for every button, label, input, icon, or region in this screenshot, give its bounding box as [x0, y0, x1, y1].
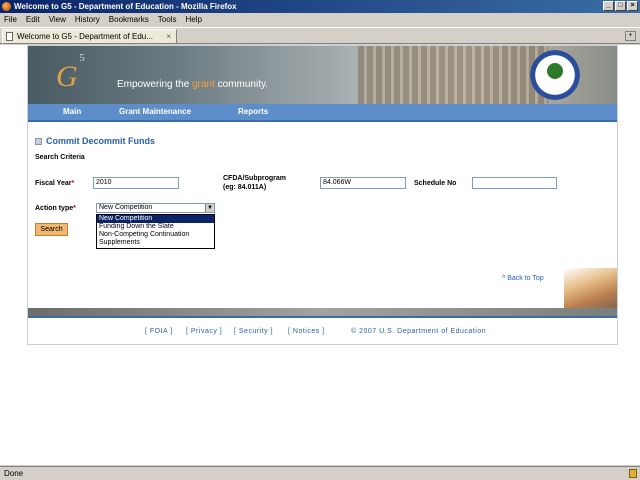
- schedule-no-input[interactable]: [472, 177, 557, 189]
- status-bar: Done: [0, 466, 640, 480]
- page-title: Commit Decommit Funds: [35, 136, 155, 146]
- tab-close-icon[interactable]: ×: [166, 30, 171, 43]
- slogan: Empowering the grant community.: [117, 79, 268, 90]
- slogan-pre: Empowering the: [117, 79, 193, 90]
- option-funding-down-the-slate[interactable]: Funding Down the Slate: [97, 223, 214, 231]
- window-titlebar: Welcome to G5 - Department of Education …: [0, 0, 640, 13]
- fiscal-year-label-text: Fiscal Year: [35, 180, 72, 187]
- security-link[interactable]: [ Security ]: [234, 328, 273, 335]
- g5-logo: G5: [56, 53, 85, 93]
- copyright-text: © 2007 U.S. Department of Education: [351, 328, 487, 335]
- back-to-top-link[interactable]: ^ Back to Top: [502, 275, 544, 282]
- fiscal-year-label: Fiscal Year*: [35, 179, 74, 188]
- chevron-down-icon[interactable]: ▼: [205, 204, 214, 212]
- page-title-text: Commit Decommit Funds: [46, 136, 156, 146]
- g5-page: G5 Empowering the grant community. Main …: [27, 45, 618, 345]
- action-type-label-text: Action type: [35, 205, 74, 212]
- notices-link[interactable]: [ Notices ]: [288, 328, 325, 335]
- firefox-icon: [2, 2, 11, 11]
- logo-letter: G: [56, 60, 78, 93]
- fiscal-year-input[interactable]: 2010: [93, 177, 179, 189]
- browser-tab[interactable]: Welcome to G5 - Department of Edu... ×: [2, 29, 177, 44]
- minimize-button[interactable]: _: [603, 1, 614, 11]
- nav-reports[interactable]: Reports: [238, 107, 268, 116]
- option-new-competition[interactable]: New Competition: [97, 215, 214, 223]
- search-button[interactable]: Search: [35, 223, 68, 236]
- desk-image: [564, 268, 617, 308]
- schedule-no-label: Schedule No: [414, 180, 457, 187]
- status-text: Done: [4, 469, 24, 478]
- tab-bar: Welcome to G5 - Department of Edu... × +: [0, 27, 640, 44]
- close-button[interactable]: ×: [627, 1, 638, 11]
- required-marker: *: [73, 205, 76, 212]
- required-marker: *: [71, 180, 75, 187]
- slogan-post: community.: [214, 79, 269, 90]
- nav-grant-maintenance[interactable]: Grant Maintenance: [119, 107, 191, 116]
- option-non-competing-continuation[interactable]: Non-Competing Continuation: [97, 231, 214, 239]
- nav-main[interactable]: Main: [63, 107, 81, 116]
- slogan-highlight: grant: [192, 79, 215, 90]
- cfda-input[interactable]: 84.066W: [320, 177, 406, 189]
- menu-edit[interactable]: Edit: [26, 13, 40, 26]
- cfda-label-line1: CFDA/Subprogram: [223, 175, 286, 182]
- menu-tools[interactable]: Tools: [158, 13, 177, 26]
- action-type-selected: New Competition: [99, 204, 153, 211]
- main-nav: Main Grant Maintenance Reports: [28, 104, 617, 122]
- menu-view[interactable]: View: [49, 13, 66, 26]
- menu-bookmarks[interactable]: Bookmarks: [109, 13, 149, 26]
- header-banner: G5 Empowering the grant community.: [28, 46, 617, 104]
- footer-divider: [28, 316, 617, 318]
- department-seal-icon: [530, 50, 580, 100]
- cfda-label: CFDA/Subprogram (eg: 84.011A): [223, 174, 286, 192]
- page-icon: [6, 32, 13, 41]
- option-supplements[interactable]: Supplements: [97, 239, 214, 247]
- action-type-dropdown: New Competition Funding Down the Slate N…: [96, 214, 215, 249]
- window-title: Welcome to G5 - Department of Education …: [14, 2, 237, 11]
- foia-link[interactable]: [ FOIA ]: [145, 328, 173, 335]
- bullet-icon: [35, 138, 42, 145]
- browser-viewport: G5 Empowering the grant community. Main …: [0, 45, 640, 465]
- footer-stripe: [28, 308, 617, 316]
- menu-bar: File Edit View History Bookmarks Tools H…: [0, 13, 640, 26]
- cfda-label-line2: (eg: 84.011A): [223, 184, 267, 191]
- library-shelves-image: [358, 46, 548, 104]
- new-tab-button[interactable]: +: [625, 31, 636, 41]
- menu-help[interactable]: Help: [185, 13, 201, 26]
- action-type-label: Action type*: [35, 204, 76, 213]
- section-heading: Search Criteria: [35, 154, 85, 161]
- lock-icon: [629, 469, 637, 478]
- privacy-link[interactable]: [ Privacy ]: [186, 328, 222, 335]
- menu-history[interactable]: History: [75, 13, 100, 26]
- logo-superscript: 5: [79, 53, 85, 64]
- tab-label: Welcome to G5 - Department of Edu...: [17, 32, 153, 41]
- action-type-select[interactable]: New Competition ▼: [96, 203, 215, 213]
- maximize-button[interactable]: □: [615, 1, 626, 11]
- menu-file[interactable]: File: [4, 13, 17, 26]
